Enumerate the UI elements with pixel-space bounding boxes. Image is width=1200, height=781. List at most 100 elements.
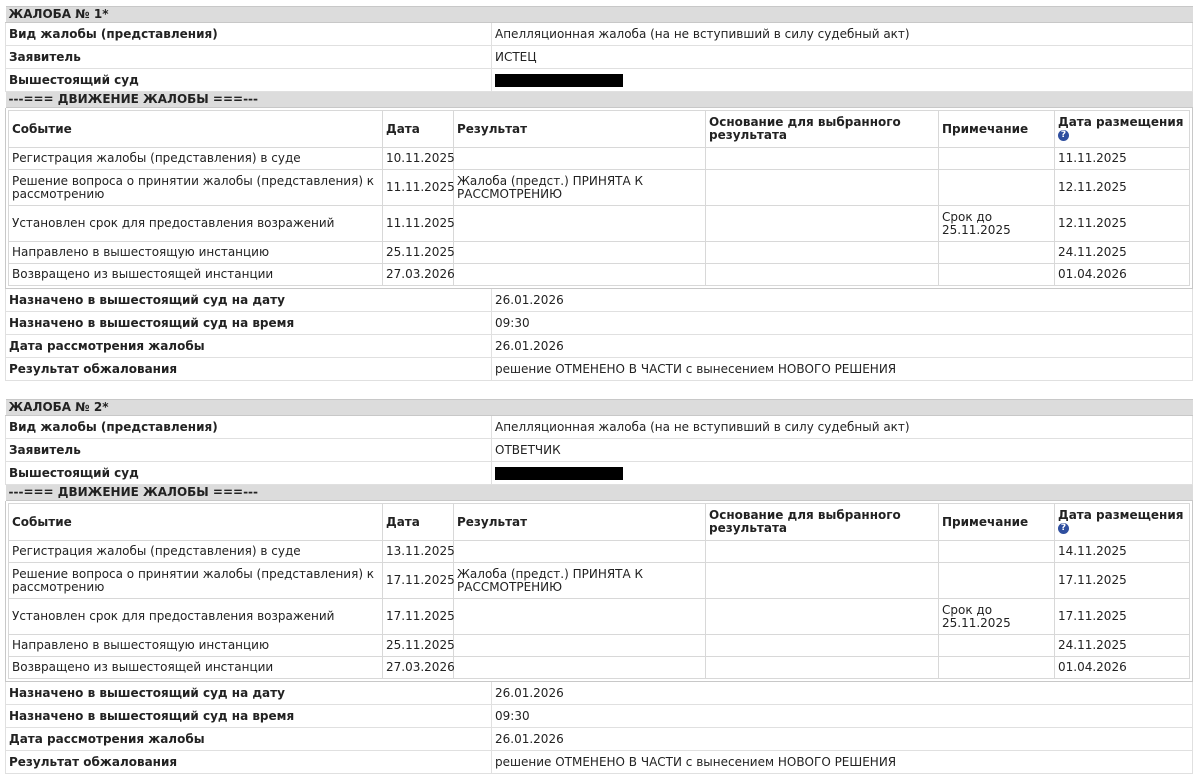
event-result-cell bbox=[453, 634, 706, 657]
event-date-cell: 25.11.2025 bbox=[382, 634, 455, 657]
col-note-header: Примечание bbox=[938, 110, 1055, 148]
scheduled-time-value: 09:30 bbox=[491, 311, 1193, 335]
appeal-court-value bbox=[491, 461, 1193, 485]
event-basis-cell bbox=[705, 169, 939, 206]
event-date-cell: 17.11.2025 bbox=[382, 598, 455, 635]
col-posted-label: Дата размещения bbox=[1058, 508, 1184, 522]
appeal-court-label: Вышестоящий суд bbox=[5, 68, 492, 92]
col-note-header: Примечание bbox=[938, 503, 1055, 541]
scheduled-date-label: Назначено в вышестоящий суд на дату bbox=[5, 682, 492, 705]
event-basis-cell bbox=[705, 598, 939, 635]
appeals-page: ЖАЛОБА № 1* Вид жалобы (представления) Апе… bbox=[0, 0, 1200, 781]
event-event-cell: Регистрация жалобы (представления) в суд… bbox=[8, 147, 383, 170]
table-row: Направлено в вышестоящую инстанцию 25.11.… bbox=[8, 634, 1190, 657]
table-row: Возвращено из вышестоящей инстанции 27.03… bbox=[8, 656, 1190, 679]
appeal-applicant-value: ИСТЕЦ bbox=[491, 45, 1193, 69]
movement-header: ---=== ДВИЖЕНИЕ ЖАЛОБЫ ===--- bbox=[5, 484, 1193, 501]
event-event-cell: Установлен срок для предоставления возра… bbox=[8, 598, 383, 635]
event-basis-cell bbox=[705, 263, 939, 286]
review-date-value: 26.01.2026 bbox=[491, 727, 1193, 751]
scheduled-time-row: Назначено в вышестоящий суд на время 09:3… bbox=[5, 311, 1193, 335]
event-result-cell: Жалоба (предст.) ПРИНЯТА К РАССМОТРЕНИЮ bbox=[453, 169, 706, 206]
movement-table: Событие Дата Результат Основание для выбран… bbox=[8, 503, 1190, 679]
table-row: Решение вопроса о принятии жалобы (предс… bbox=[8, 562, 1190, 599]
event-result-cell: Жалоба (предст.) ПРИНЯТА К РАССМОТРЕНИЮ bbox=[453, 562, 706, 599]
appeal-court-value bbox=[491, 68, 1193, 92]
review-date-label: Дата рассмотрения жалобы bbox=[5, 334, 492, 358]
event-note-cell bbox=[938, 169, 1055, 206]
appeal-court-label: Вышестоящий суд bbox=[5, 461, 492, 485]
event-result-cell bbox=[453, 241, 706, 264]
event-date-cell: 25.11.2025 bbox=[382, 241, 455, 264]
help-icon[interactable]: ? bbox=[1058, 523, 1069, 534]
appeal-result-label: Результат обжалования bbox=[5, 357, 492, 381]
appeal-court-row: Вышестоящий суд bbox=[5, 461, 1193, 485]
event-note-cell bbox=[938, 540, 1055, 563]
event-posted-cell: 12.11.2025 bbox=[1054, 169, 1190, 206]
appeal-block-2: ЖАЛОБА № 2* Вид жалобы (представления) Апе… bbox=[5, 399, 1193, 774]
event-date-cell: 10.11.2025 bbox=[382, 147, 455, 170]
col-posted-header: Дата размещения? bbox=[1054, 110, 1190, 148]
event-posted-cell: 12.11.2025 bbox=[1054, 205, 1190, 242]
table-row: Направлено в вышестоящую инстанцию 25.11.… bbox=[8, 241, 1190, 264]
appeal-result-label: Результат обжалования bbox=[5, 750, 492, 774]
event-posted-cell: 14.11.2025 bbox=[1054, 540, 1190, 563]
event-basis-cell bbox=[705, 540, 939, 563]
event-result-cell bbox=[453, 598, 706, 635]
event-note-cell bbox=[938, 634, 1055, 657]
help-icon[interactable]: ? bbox=[1058, 130, 1069, 141]
col-result-header: Результат bbox=[453, 110, 706, 148]
event-posted-cell: 01.04.2026 bbox=[1054, 656, 1190, 679]
event-basis-cell bbox=[705, 241, 939, 264]
table-row: Регистрация жалобы (представления) в суд… bbox=[8, 147, 1190, 170]
event-date-cell: 27.03.2026 bbox=[382, 263, 455, 286]
appeal-schedule-table: Назначено в вышестоящий суд на дату 26.01… bbox=[5, 682, 1193, 774]
event-posted-cell: 24.11.2025 bbox=[1054, 241, 1190, 264]
appeal-result-row: Результат обжалования решение ОТМЕНЕНО В … bbox=[5, 750, 1193, 774]
event-event-cell: Направлено в вышестоящую инстанцию bbox=[8, 634, 383, 657]
appeal-title: ЖАЛОБА № 2* bbox=[5, 399, 1193, 416]
event-result-cell bbox=[453, 205, 706, 242]
scheduled-date-value: 26.01.2026 bbox=[491, 682, 1193, 705]
appeal-result-value: решение ОТМЕНЕНО В ЧАСТИ с вынесением НО… bbox=[491, 750, 1193, 774]
appeal-applicant-row: Заявитель ИСТЕЦ bbox=[5, 45, 1193, 69]
review-date-label: Дата рассмотрения жалобы bbox=[5, 727, 492, 751]
table-row: Возвращено из вышестоящей инстанции 27.03… bbox=[8, 263, 1190, 286]
appeal-result-value: решение ОТМЕНЕНО В ЧАСТИ с вынесением НО… bbox=[491, 357, 1193, 381]
event-note-cell bbox=[938, 656, 1055, 679]
event-basis-cell bbox=[705, 634, 939, 657]
event-event-cell: Возвращено из вышестоящей инстанции bbox=[8, 656, 383, 679]
event-event-cell: Решение вопроса о принятии жалобы (предс… bbox=[8, 169, 383, 206]
event-event-cell: Направлено в вышестоящую инстанцию bbox=[8, 241, 383, 264]
event-result-cell bbox=[453, 656, 706, 679]
scheduled-date-label: Назначено в вышестоящий суд на дату bbox=[5, 289, 492, 312]
movement-table-wrap: Событие Дата Результат Основание для выбран… bbox=[5, 108, 1193, 289]
appeal-applicant-value: ОТВЕТЧИК bbox=[491, 438, 1193, 462]
scheduled-date-row: Назначено в вышестоящий суд на дату 26.01… bbox=[5, 682, 1193, 705]
event-note-cell: Срок до 25.11.2025 bbox=[938, 205, 1055, 242]
event-basis-cell bbox=[705, 147, 939, 170]
appeal-kind-label: Вид жалобы (представления) bbox=[5, 415, 492, 439]
event-basis-cell bbox=[705, 562, 939, 599]
redacted-court-name bbox=[495, 466, 623, 480]
movement-table-wrap: Событие Дата Результат Основание для выбран… bbox=[5, 501, 1193, 682]
scheduled-date-row: Назначено в вышестоящий суд на дату 26.01… bbox=[5, 289, 1193, 312]
table-row: Решение вопроса о принятии жалобы (предс… bbox=[8, 169, 1190, 206]
event-event-cell: Решение вопроса о принятии жалобы (предс… bbox=[8, 562, 383, 599]
col-event-header: Событие bbox=[8, 110, 383, 148]
event-date-cell: 27.03.2026 bbox=[382, 656, 455, 679]
scheduled-time-value: 09:30 bbox=[491, 704, 1193, 728]
review-date-row: Дата рассмотрения жалобы 26.01.2026 bbox=[5, 334, 1193, 358]
scheduled-time-row: Назначено в вышестоящий суд на время 09:3… bbox=[5, 704, 1193, 728]
appeal-result-row: Результат обжалования решение ОТМЕНЕНО В … bbox=[5, 357, 1193, 381]
scheduled-time-label: Назначено в вышестоящий суд на время bbox=[5, 311, 492, 335]
event-posted-cell: 17.11.2025 bbox=[1054, 562, 1190, 599]
scheduled-date-value: 26.01.2026 bbox=[491, 289, 1193, 312]
col-event-header: Событие bbox=[8, 503, 383, 541]
appeal-kind-value: Апелляционная жалоба (на не вступивший в… bbox=[491, 415, 1193, 439]
event-date-cell: 17.11.2025 bbox=[382, 562, 455, 599]
appeal-court-row: Вышестоящий суд bbox=[5, 68, 1193, 92]
event-date-cell: 11.11.2025 bbox=[382, 169, 455, 206]
movement-header: ---=== ДВИЖЕНИЕ ЖАЛОБЫ ===--- bbox=[5, 91, 1193, 108]
event-event-cell: Возвращено из вышестоящей инстанции bbox=[8, 263, 383, 286]
